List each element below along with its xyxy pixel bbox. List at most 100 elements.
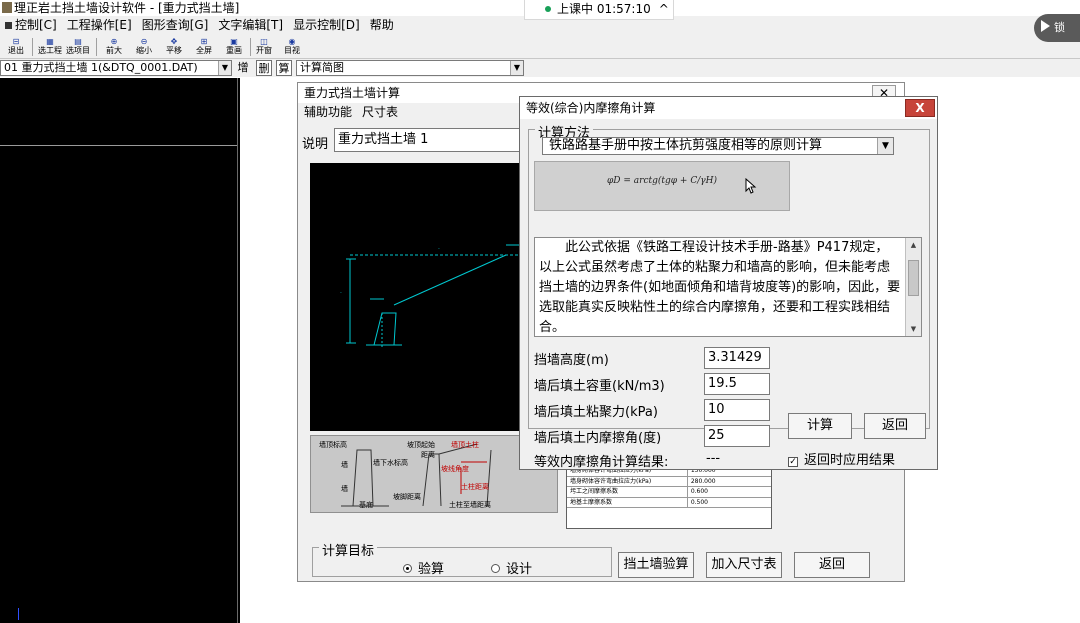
fill-unit-weight-label: 墙后填土容重(kN/m3): [534, 379, 665, 394]
legend-label: 坡线角度: [441, 465, 469, 473]
radio-design[interactable]: 设计: [491, 558, 532, 577]
dim-label: .: [340, 288, 342, 295]
file-select[interactable]: 01 重力式挡土墙 1(&DTQ_0001.DAT) ▼: [0, 60, 232, 76]
redraw-button[interactable]: ▣ 重画: [222, 37, 246, 57]
table-row: 圬工之间摩擦系数 0.600: [567, 487, 771, 498]
menu-help[interactable]: 帮助: [365, 16, 399, 35]
fill-friction-angle-label: 墙后填土内摩擦角(度): [534, 431, 662, 446]
friction-angle-dialog: 等效(综合)内摩擦角计算 X 计算方法 铁路路基手册中按土体抗剪强度相等的原则计…: [519, 96, 938, 470]
table-row: 墙身砌体容许弯曲拉应力(kPa) 280.000: [567, 476, 771, 488]
toolbar: ⊟ 退出 ▦ 选工程 ▤ 选项目 ⊕ 前大 ⊖ 缩小 ✥ 平移 ⊞ 全屏 ▣ 重画 ◫ 开窗 ◉ 目…: [0, 35, 1080, 59]
project-icon: ▦: [46, 37, 54, 46]
calc-target-group: 计算目标 验算 设计: [312, 540, 612, 577]
scroll-up-icon[interactable]: ▲: [906, 238, 921, 252]
apply-on-return-checkbox[interactable]: ✓ 返回时应用结果: [788, 449, 895, 468]
vertical-scrollbar[interactable]: ▲ ▼: [905, 238, 921, 336]
chevron-down-icon: ▼: [510, 61, 523, 75]
calculate-button[interactable]: 计算: [788, 413, 852, 439]
description-body: 此公式依据《铁路工程设计技术手册-路基》P417规定，以上公式虽然考虑了土体的粘…: [539, 240, 901, 335]
radio-check[interactable]: 验算: [403, 558, 444, 577]
formula-image: φD = arctg(tgφ + C/γH): [534, 161, 790, 211]
app-icon: [2, 2, 12, 13]
live-dot-icon: [545, 6, 551, 12]
radio-unselected-icon: [491, 564, 500, 573]
formula-text: φD = arctg(tgφ + C/γH): [607, 176, 717, 186]
legend-label: 距离: [421, 451, 435, 459]
fill-cohesion-label: 墙后填土粘聚力(kPa): [534, 405, 658, 420]
pan-button[interactable]: ✥ 平移: [162, 37, 186, 57]
exit-button[interactable]: ⊟ 退出: [4, 37, 28, 57]
calc-button[interactable]: 算: [276, 60, 292, 76]
live-status-badge[interactable]: 上课中 01:57:10 ^: [524, 0, 674, 20]
chevron-down-icon: ▼: [218, 61, 231, 75]
legend-label: 坡脚距离: [393, 493, 421, 501]
toolbar-separator: [32, 38, 33, 56]
legend-label: 墙: [341, 461, 348, 469]
menu-size-table[interactable]: 尺寸表: [362, 105, 398, 119]
legend-label: 基底: [359, 501, 373, 509]
method-select[interactable]: 铁路路基手册中按土体抗剪强度相等的原则计算 ▼: [542, 137, 894, 155]
table-row: 地基土摩擦系数 0.500: [567, 497, 771, 509]
window-icon: ◫: [260, 37, 268, 46]
toolbar-separator: [250, 38, 251, 56]
live-status-text: 上课中 01:57:10: [557, 2, 651, 16]
menu-text[interactable]: 文字编辑[T]: [213, 16, 288, 35]
calc-target-legend: 计算目标: [319, 540, 378, 559]
delete-button[interactable]: 删: [256, 60, 272, 76]
dim-label: .: [438, 244, 440, 251]
fill-cohesion-input[interactable]: 10: [704, 399, 770, 421]
video-player-button[interactable]: 锁: [1034, 14, 1080, 42]
mouse-cursor-icon: [745, 178, 757, 194]
menu-control[interactable]: 控制[C]: [0, 16, 62, 35]
zoom-in-icon: ⊕: [110, 37, 118, 46]
wall-height-label: 挡墙高度(m): [534, 353, 609, 368]
legend-label: 坡顶起始: [407, 441, 435, 449]
select-project-button[interactable]: ▦ 选工程: [38, 37, 62, 57]
view-select[interactable]: 计算简图 ▼: [296, 60, 524, 76]
canvas-marker: [18, 608, 19, 620]
eye-icon: ◉: [288, 37, 296, 46]
parameter-table[interactable]: 墙身砌体容许弯曲拉应力(kPa) 150.000 墙身砌体容许弯曲拉应力(kPa)…: [566, 465, 772, 529]
main-back-button[interactable]: 返回: [794, 552, 870, 578]
menu-aux-functions[interactable]: 辅助功能: [304, 105, 352, 119]
formula-description-text[interactable]: 此公式依据《铁路工程设计技术手册-路基》P417规定，以上公式虽然考虑了土体的粘…: [534, 237, 922, 337]
wall-height-input[interactable]: 3.31429: [704, 347, 770, 369]
zoom-in-button[interactable]: ⊕ 前大: [102, 37, 126, 57]
result-label: 等效内摩擦角计算结果:: [534, 455, 669, 470]
friction-back-button[interactable]: 返回: [864, 413, 926, 439]
visual-button[interactable]: ◉ 目视: [280, 37, 304, 57]
drawing-canvas[interactable]: [0, 78, 240, 623]
fill-friction-angle-input[interactable]: 25: [704, 425, 770, 447]
canvas-border: [237, 78, 238, 623]
zoom-out-icon: ⊖: [140, 37, 148, 46]
redraw-icon: ▣: [230, 37, 238, 46]
pan-icon: ✥: [170, 37, 178, 46]
item-icon: ▤: [74, 37, 82, 46]
video-label: 锁: [1054, 21, 1065, 34]
apply-on-return-label: 返回时应用结果: [804, 453, 896, 468]
exit-icon: ⊟: [12, 37, 20, 46]
checkbox-checked-icon: ✓: [788, 457, 798, 467]
scroll-thumb[interactable]: [908, 260, 919, 296]
select-item-button[interactable]: ▤ 选项目: [66, 37, 90, 57]
menu-display[interactable]: 显示控制[D]: [288, 16, 365, 35]
fullscreen-button[interactable]: ⊞ 全屏: [192, 37, 216, 57]
description-input[interactable]: 重力式挡土墙 1: [334, 128, 534, 152]
wall-check-button[interactable]: 挡土墙验算: [618, 552, 694, 578]
add-button[interactable]: 增: [236, 60, 250, 76]
scroll-down-icon[interactable]: ▼: [906, 322, 921, 336]
menu-icon: [5, 22, 12, 29]
legend-label: 墙顶标高: [319, 441, 347, 449]
menu-graphics[interactable]: 图形查询[G]: [137, 16, 214, 35]
fill-unit-weight-input[interactable]: 19.5: [704, 373, 770, 395]
radio-selected-icon: [403, 564, 412, 573]
chevron-up-icon: ^: [658, 2, 669, 16]
close-icon[interactable]: X: [905, 99, 935, 117]
zoom-out-button[interactable]: ⊖ 缩小: [132, 37, 156, 57]
fullscreen-icon: ⊞: [200, 37, 208, 46]
menu-project[interactable]: 工程操作[E]: [62, 16, 137, 35]
play-icon: [1041, 20, 1050, 32]
add-to-size-table-button[interactable]: 加入尺寸表: [706, 552, 782, 578]
legend-label: 墙下水标高: [373, 459, 408, 467]
open-window-button[interactable]: ◫ 开窗: [252, 37, 276, 57]
